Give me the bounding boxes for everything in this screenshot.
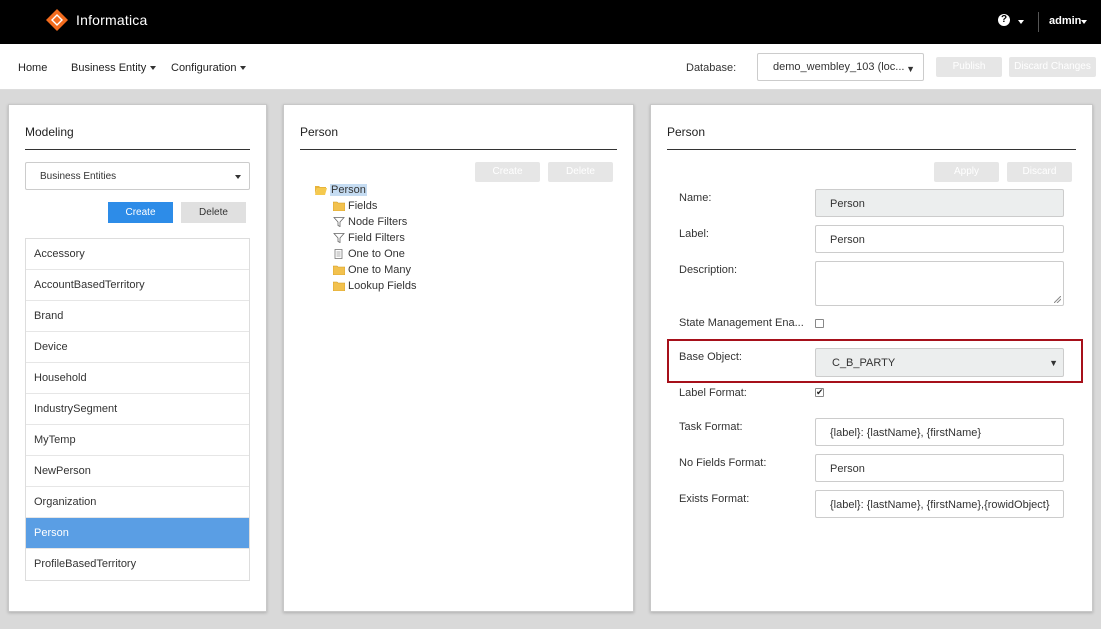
delete-button[interactable]: Delete [181,202,246,223]
dropdown-arrow-icon: ▼ [906,64,915,74]
entity-tree: Person Fields Node Filters Field Filters… [315,182,417,294]
help-icon[interactable]: ? [998,14,1010,26]
highlight-box [667,339,1083,383]
no-fields-format-field[interactable]: Person [815,454,1064,482]
folder-open-icon [315,186,327,196]
panel-title: Person [300,125,339,139]
tree-node-node-filters[interactable]: Node Filters [315,214,417,230]
chevron-down-icon [240,66,247,71]
list-item[interactable]: AccountBasedTerritory [26,270,249,301]
list-item[interactable]: Device [26,332,249,363]
list-item-selected[interactable]: Person [26,518,249,549]
document-icon [334,249,343,259]
label-format-label: Label Format: [679,387,747,399]
task-format-label: Task Format: [679,421,743,433]
tree-node-label: Lookup Fields [348,280,417,292]
no-fields-format-label: No Fields Format: [679,457,767,469]
exists-format-field[interactable]: {label}: {lastName}, {firstName},{rowidO… [815,490,1064,518]
description-label: Description: [679,264,738,276]
tree-node-label: Field Filters [348,232,405,244]
description-field[interactable] [815,261,1064,306]
state-management-label: State Management Ena... [679,317,804,329]
nav-configuration[interactable]: Configuration [171,62,247,74]
tree-node-fields[interactable]: Fields [315,198,417,214]
tree-node-root[interactable]: Person [315,182,417,198]
user-menu[interactable]: admin [1049,15,1081,27]
exists-format-label: Exists Format: [679,493,750,505]
list-item[interactable]: Accessory [26,239,249,270]
state-management-checkbox[interactable] [815,319,824,328]
folder-icon [333,265,345,276]
database-label: Database: [686,62,737,74]
database-select[interactable]: demo_wembley_103 (loc... ▼ [757,53,924,81]
tree-node-label: One to Many [348,264,411,276]
divider [667,149,1076,150]
list-item[interactable]: NewPerson [26,456,249,487]
folder-icon [333,201,345,212]
filter-icon [333,233,345,244]
tree-node-label: Person [330,184,367,196]
tree-node-label: One to One [348,248,405,260]
brand-name: Informatica [76,12,148,28]
label-field[interactable]: Person [815,225,1064,253]
top-bar: Informatica ? admin [0,0,1101,44]
list-item[interactable]: Brand [26,301,249,332]
create-button[interactable]: Create [108,202,173,223]
tree-node-lookup-fields[interactable]: Lookup Fields [315,278,417,294]
delete-button[interactable]: Delete [548,162,613,182]
resize-handle-icon[interactable] [1054,296,1061,303]
entity-list: Accessory AccountBasedTerritory Brand De… [25,238,250,581]
discard-button[interactable]: Discard [1007,162,1072,182]
divider [25,149,250,150]
entity-type-value: Business Entities [40,171,117,182]
database-value: demo_wembley_103 (loc... [773,61,905,73]
create-button[interactable]: Create [475,162,540,182]
user-chevron-down-icon[interactable] [1081,20,1087,24]
task-format-field[interactable]: {label}: {lastName}, {firstName} [815,418,1064,446]
name-label: Name: [679,192,712,204]
informatica-logo-icon [46,9,68,31]
tree-node-label: Fields [348,200,378,212]
chevron-down-icon [150,66,157,71]
help-chevron-down-icon[interactable] [1018,20,1024,24]
panel-title: Modeling [25,125,74,139]
tree-node-label: Node Filters [348,216,408,228]
divider [300,149,617,150]
label-label: Label: [679,228,709,240]
chevron-down-icon [235,175,241,179]
list-item[interactable]: MyTemp [26,425,249,456]
nav-business-entity-label: Business Entity [71,62,147,74]
list-item[interactable]: Organization [26,487,249,518]
nav-bar: Home Business Entity Configuration Datab… [0,44,1101,90]
nav-configuration-label: Configuration [171,62,237,74]
discard-changes-button[interactable]: Discard Changes [1009,57,1096,77]
structure-panel: Person Create Delete Person Fields Node … [283,104,634,612]
publish-button[interactable]: Publish [936,57,1002,77]
panel-title: Person [667,125,706,139]
label-format-checkbox[interactable]: ✔ [815,388,824,397]
tree-node-one-to-one[interactable]: One to One [315,246,417,262]
list-item[interactable]: Household [26,363,249,394]
modeling-panel: Modeling Business Entities Create Delete… [8,104,267,612]
list-item[interactable]: IndustrySegment [26,394,249,425]
divider [1038,12,1039,32]
tree-node-field-filters[interactable]: Field Filters [315,230,417,246]
filter-icon [333,217,345,228]
apply-button[interactable]: Apply [934,162,999,182]
entity-type-select[interactable]: Business Entities [25,162,250,190]
tree-node-one-to-many[interactable]: One to Many [315,262,417,278]
nav-business-entity[interactable]: Business Entity [71,62,157,74]
list-item[interactable]: ProfileBasedTerritory [26,549,249,580]
folder-icon [333,281,345,292]
nav-home[interactable]: Home [18,62,47,74]
name-field: Person [815,189,1064,217]
